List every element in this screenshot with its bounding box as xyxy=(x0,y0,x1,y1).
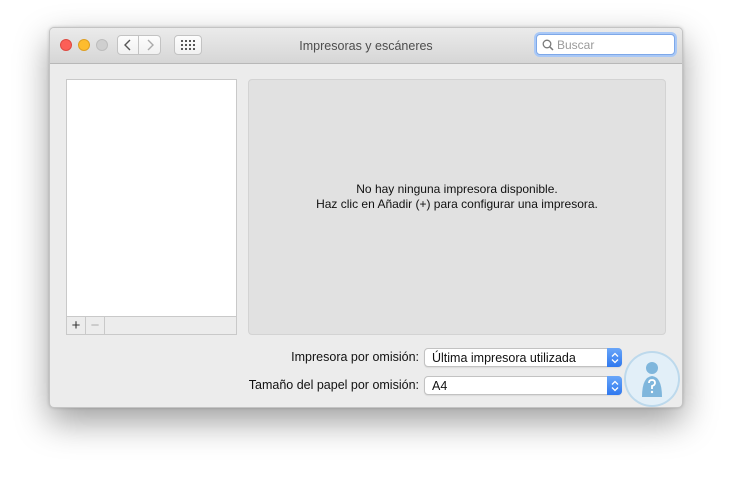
printer-list-toolbar: + − xyxy=(66,317,237,335)
paper-size-value: A4 xyxy=(432,379,448,393)
preferences-window: Impresoras y escáneres + − No hay ningun… xyxy=(49,27,683,408)
empty-state-line-2: Haz clic en Añadir (+) para configurar u… xyxy=(316,197,598,211)
default-printer-value: Última impresora utilizada xyxy=(432,351,576,365)
updown-arrows-icon xyxy=(607,376,622,395)
search-input[interactable] xyxy=(557,37,667,52)
watermark-logo xyxy=(624,351,680,407)
updown-arrows-icon xyxy=(607,348,622,367)
help-figure-icon xyxy=(642,362,662,397)
empty-state-message: No hay ninguna impresora disponible. Haz… xyxy=(249,182,665,212)
default-printer-label: Impresora por omisión: xyxy=(291,350,419,364)
default-printer-popup[interactable]: Última impresora utilizada xyxy=(424,348,622,367)
title-bar: Impresoras y escáneres xyxy=(50,28,682,64)
paper-size-label: Tamaño del papel por omisión: xyxy=(248,378,419,392)
paper-size-popup[interactable]: A4 xyxy=(424,376,622,395)
printer-list[interactable] xyxy=(66,79,237,317)
printer-detail-panel: No hay ninguna impresora disponible. Haz… xyxy=(248,79,666,335)
empty-state-line-1: No hay ninguna impresora disponible. xyxy=(356,182,558,196)
search-icon xyxy=(542,39,554,51)
add-printer-button[interactable]: + xyxy=(67,317,86,334)
remove-printer-button: − xyxy=(86,317,105,334)
search-field[interactable] xyxy=(536,34,675,55)
